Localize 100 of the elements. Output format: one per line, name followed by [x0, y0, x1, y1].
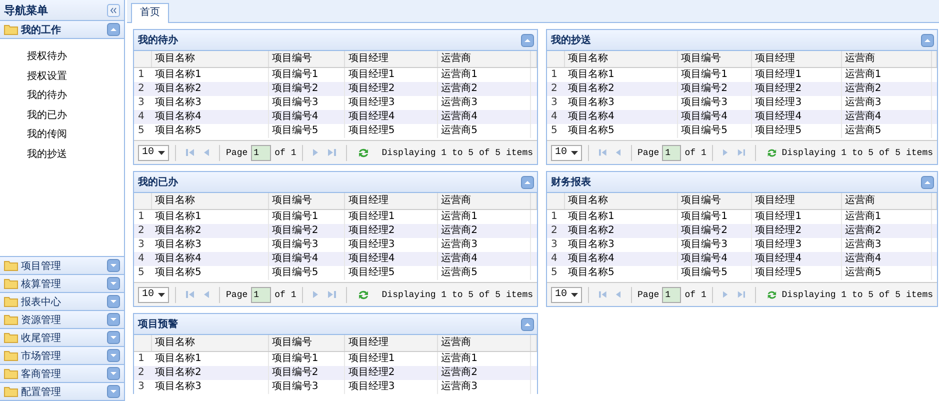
accordion-header[interactable]: 我的工作 [0, 21, 124, 39]
column-header[interactable]: 项目名称 [565, 193, 678, 209]
menu-item[interactable]: 授权设置 [27, 66, 124, 86]
accordion-header[interactable]: 客商管理 [0, 365, 124, 383]
table-cell: 项目名称4 [152, 252, 269, 266]
expand-icon[interactable] [107, 385, 120, 398]
collapse-icon[interactable] [107, 23, 120, 36]
row-number: 1 [137, 68, 146, 82]
page-number-field[interactable]: 1 [662, 144, 681, 160]
accordion-header[interactable]: 配置管理 [0, 383, 124, 401]
collapse-icon[interactable] [521, 176, 534, 188]
column-header[interactable]: 项目编号 [268, 335, 346, 351]
expand-icon[interactable] [107, 259, 120, 272]
accordion-header[interactable]: 资源管理 [0, 311, 124, 329]
table-cell: 项目经理5 [752, 124, 842, 138]
column-header[interactable]: 运营商 [842, 51, 932, 67]
column-header[interactable]: 项目名称 [152, 335, 269, 351]
accordion-header[interactable]: 核算管理 [0, 275, 124, 293]
previous-page-icon[interactable] [615, 148, 621, 157]
caret-icon[interactable] [571, 150, 578, 154]
table-cell: 运营商2 [842, 82, 932, 96]
refresh-icon[interactable] [357, 146, 370, 158]
expand-icon[interactable] [107, 295, 120, 308]
column-header[interactable]: 运营商 [438, 193, 531, 209]
page-label: Page [226, 290, 248, 300]
accordion-header[interactable]: 报表中心 [0, 293, 124, 311]
previous-page-icon[interactable] [203, 148, 210, 157]
next-page-icon[interactable] [723, 290, 729, 299]
first-page-icon[interactable] [598, 290, 608, 299]
column-header[interactable]: 项目经理 [345, 193, 438, 209]
table-cell: 项目编号4 [268, 110, 346, 124]
previous-page-icon[interactable] [203, 290, 210, 299]
table-cell: 项目名称5 [152, 124, 269, 138]
page-label: Page [638, 290, 660, 300]
table-cell: 项目名称4 [565, 252, 678, 266]
column-header[interactable]: 项目经理 [752, 193, 842, 209]
refresh-icon[interactable] [357, 288, 370, 300]
column-header[interactable]: 项目经理 [752, 51, 842, 67]
column-header[interactable]: 项目编号 [678, 51, 752, 67]
page-size-select[interactable]: 10 [138, 144, 170, 160]
next-page-icon[interactable] [313, 290, 320, 299]
tab[interactable]: 首页 [131, 3, 169, 23]
column-header[interactable]: 运营商 [438, 335, 531, 351]
collapse-icon[interactable] [521, 34, 534, 46]
last-page-icon[interactable] [736, 290, 745, 299]
expand-icon[interactable] [107, 367, 120, 380]
collapse-sidebar-icon[interactable] [107, 4, 120, 16]
column-header[interactable]: 项目名称 [152, 193, 269, 209]
column-header[interactable]: 项目经理 [345, 51, 438, 67]
table-cell: 运营商5 [842, 124, 932, 138]
menu-item[interactable]: 我的已办 [27, 106, 124, 125]
accordion-header[interactable]: 项目管理 [0, 257, 124, 275]
expand-icon[interactable] [107, 277, 120, 290]
collapse-icon[interactable] [921, 176, 934, 188]
menu-item[interactable]: 授权待办 [27, 47, 124, 66]
expand-icon[interactable] [107, 313, 120, 326]
last-page-icon[interactable] [736, 148, 745, 157]
table-cell: 运营商2 [438, 224, 531, 238]
page-size-select[interactable]: 10 [138, 286, 170, 302]
accordion-header[interactable]: 收尾管理 [0, 329, 124, 347]
last-page-icon[interactable] [327, 148, 336, 157]
page-size-select[interactable]: 10 [551, 144, 582, 160]
column-header[interactable]: 项目编号 [268, 51, 346, 67]
caret-icon[interactable] [158, 150, 166, 154]
first-page-icon[interactable] [598, 148, 608, 157]
menu-item[interactable]: 我的待办 [27, 86, 124, 106]
column-header[interactable]: 项目编号 [268, 193, 346, 209]
accordion-header[interactable]: 市场管理 [0, 347, 124, 365]
next-page-icon[interactable] [723, 148, 729, 157]
column-header[interactable]: 项目经理 [345, 335, 438, 351]
page-count: of 1 [274, 290, 296, 300]
page-size-select[interactable]: 10 [551, 286, 582, 302]
column-header[interactable]: 运营商 [842, 193, 932, 209]
column-header[interactable]: 项目名称 [152, 51, 269, 67]
refresh-icon[interactable] [766, 146, 778, 158]
column-header[interactable]: 运营商 [438, 51, 531, 67]
next-page-icon[interactable] [313, 148, 320, 157]
collapse-icon[interactable] [921, 34, 934, 46]
table-cell: 项目编号5 [678, 124, 752, 138]
page-number-field[interactable]: 1 [250, 286, 271, 302]
table-cell: 项目名称5 [565, 266, 678, 280]
pagination-summary: Displaying 1 to 5 of 5 items [782, 290, 933, 300]
page-number-field[interactable]: 1 [250, 144, 271, 160]
menu-item[interactable]: 我的抄送 [27, 144, 124, 164]
expand-icon[interactable] [107, 331, 120, 344]
first-page-icon[interactable] [186, 290, 196, 299]
column-header[interactable]: 项目名称 [565, 51, 678, 67]
first-page-icon[interactable] [186, 148, 196, 157]
refresh-icon[interactable] [766, 288, 778, 300]
caret-icon[interactable] [571, 292, 578, 296]
caret-icon[interactable] [158, 292, 166, 296]
previous-page-icon[interactable] [615, 290, 621, 299]
column-header[interactable]: 项目编号 [678, 193, 752, 209]
table-cell: 项目经理5 [345, 124, 438, 138]
last-page-icon[interactable] [327, 290, 336, 299]
row-number: 5 [137, 266, 146, 280]
collapse-icon[interactable] [521, 318, 534, 330]
expand-icon[interactable] [107, 349, 120, 362]
page-number-field[interactable]: 1 [662, 286, 681, 302]
menu-item[interactable]: 我的传阅 [27, 125, 124, 144]
